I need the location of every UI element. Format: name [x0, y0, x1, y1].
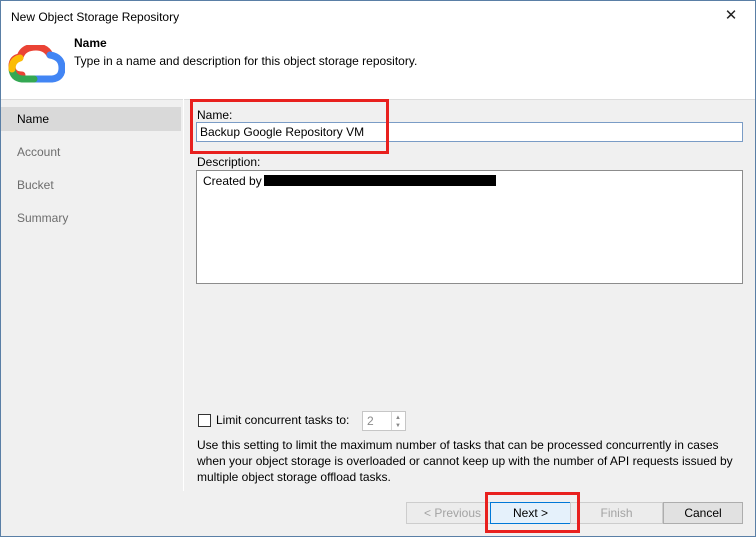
stepper-arrows: ▲ ▼	[391, 412, 405, 430]
redaction-bar	[263, 175, 496, 186]
nav-step-bucket[interactable]: Bucket	[1, 173, 181, 197]
limit-tasks-hint: Use this setting to limit the maximum nu…	[197, 438, 733, 484]
limit-tasks-stepper[interactable]: 2 ▲ ▼	[362, 411, 406, 431]
description-label: Description:	[197, 155, 261, 169]
nav-step-account[interactable]: Account	[1, 140, 181, 164]
chevron-down-icon[interactable]: ▼	[395, 423, 401, 429]
description-text: Created by	[203, 174, 262, 188]
description-textarea[interactable]: Created by	[196, 170, 743, 284]
next-button[interactable]: Next >	[490, 502, 571, 524]
finish-button[interactable]: Finish	[570, 502, 663, 524]
previous-button[interactable]: < Previous	[406, 502, 499, 524]
wizard-header: Name Type in a name and description for …	[1, 31, 755, 99]
chevron-up-icon[interactable]: ▲	[395, 415, 401, 421]
step-title: Name	[74, 36, 107, 50]
wizard-window: New Object Storage Repository ✕ Name Typ…	[0, 0, 756, 537]
wizard-content: Name: Description: Created by Limit conc…	[184, 99, 755, 492]
name-input[interactable]	[196, 122, 743, 142]
step-description: Type in a name and description for this …	[74, 54, 418, 68]
wizard-footer: < Previous Next > Finish Cancel	[1, 491, 755, 536]
nav-step-name[interactable]: Name	[1, 107, 181, 131]
google-cloud-icon	[8, 45, 65, 83]
title-bar: New Object Storage Repository ✕	[1, 1, 755, 31]
limit-tasks-label: Limit concurrent tasks to:	[216, 413, 350, 427]
name-label: Name:	[197, 108, 233, 122]
limit-tasks-checkbox[interactable]	[198, 414, 211, 427]
wizard-steps-nav: Name Account Bucket Summary	[1, 99, 183, 492]
close-icon[interactable]: ✕	[721, 6, 741, 26]
limit-tasks-value: 2	[367, 414, 374, 428]
cancel-button[interactable]: Cancel	[663, 502, 743, 524]
nav-step-summary[interactable]: Summary	[1, 206, 181, 230]
window-title: New Object Storage Repository	[11, 10, 180, 24]
